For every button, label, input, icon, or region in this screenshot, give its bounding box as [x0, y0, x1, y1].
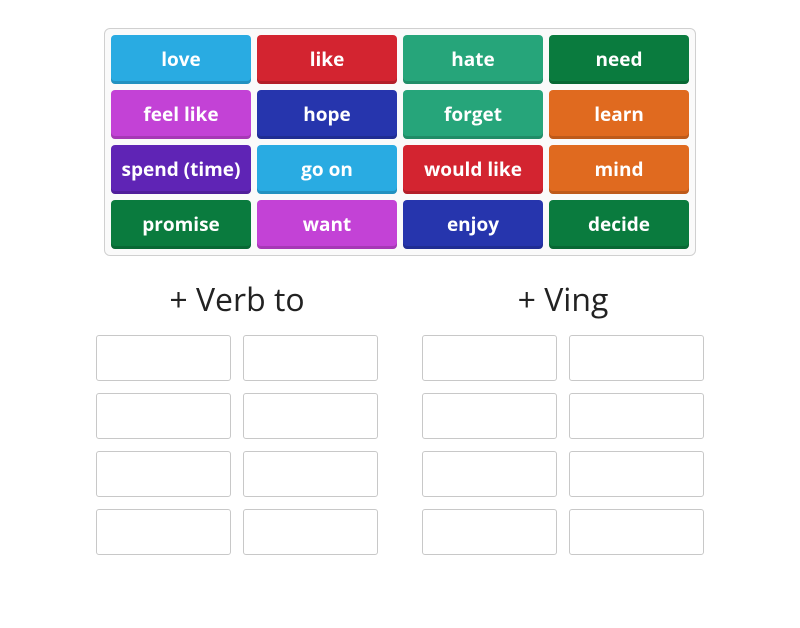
slots-right [422, 335, 704, 555]
word-tile-label: need [596, 49, 643, 70]
word-tile[interactable]: promise [111, 200, 251, 249]
word-tile-label: hope [303, 104, 351, 125]
category-title-left: + Verb to [169, 278, 304, 321]
word-tile[interactable]: forget [403, 90, 543, 139]
category-verb-to: + Verb to [96, 278, 378, 555]
drop-slot[interactable] [569, 393, 704, 439]
word-tile-label: like [310, 49, 345, 70]
drop-slot[interactable] [96, 393, 231, 439]
word-tile-label: love [161, 49, 201, 70]
drop-slot[interactable] [422, 451, 557, 497]
drop-slot[interactable] [243, 335, 378, 381]
drop-slot[interactable] [569, 509, 704, 555]
category-ving: + Ving [422, 278, 704, 555]
word-tile-label: decide [588, 214, 650, 235]
word-tile[interactable]: hope [257, 90, 397, 139]
drop-slot[interactable] [243, 509, 378, 555]
word-tile[interactable]: hate [403, 35, 543, 84]
word-tile[interactable]: love [111, 35, 251, 84]
word-tile-label: forget [444, 104, 502, 125]
word-tile-label: mind [595, 159, 644, 180]
drop-slot[interactable] [96, 509, 231, 555]
word-tile[interactable]: like [257, 35, 397, 84]
category-title-right: + Ving [518, 278, 609, 321]
slots-left [96, 335, 378, 555]
word-tile-label: spend (time) [122, 159, 241, 180]
word-tile-label: want [303, 214, 351, 235]
word-tile-label: learn [594, 104, 644, 125]
word-tile[interactable]: learn [549, 90, 689, 139]
drop-slot[interactable] [243, 393, 378, 439]
word-tile[interactable]: mind [549, 145, 689, 194]
word-bank: love like hate need feel like hope forget learn… [104, 28, 696, 256]
word-tile-label: feel like [143, 104, 218, 125]
word-tile[interactable]: want [257, 200, 397, 249]
word-tile-label: hate [451, 49, 494, 70]
drop-slot[interactable] [96, 335, 231, 381]
drop-slot[interactable] [422, 335, 557, 381]
word-tile[interactable]: decide [549, 200, 689, 249]
word-tile[interactable]: spend (time) [111, 145, 251, 194]
drop-slot[interactable] [96, 451, 231, 497]
word-tile[interactable]: would like [403, 145, 543, 194]
drop-slot[interactable] [569, 451, 704, 497]
word-tile-label: would like [424, 159, 522, 180]
drop-slot[interactable] [422, 393, 557, 439]
word-tile[interactable]: feel like [111, 90, 251, 139]
word-tile[interactable]: go on [257, 145, 397, 194]
drop-slot[interactable] [422, 509, 557, 555]
drop-slot[interactable] [243, 451, 378, 497]
word-tile-label: go on [301, 159, 353, 180]
word-tile[interactable]: need [549, 35, 689, 84]
word-tile[interactable]: enjoy [403, 200, 543, 249]
categories-row: + Verb to + Ving [0, 278, 800, 555]
word-tile-label: promise [142, 214, 220, 235]
word-tile-label: enjoy [447, 214, 499, 235]
drop-slot[interactable] [569, 335, 704, 381]
